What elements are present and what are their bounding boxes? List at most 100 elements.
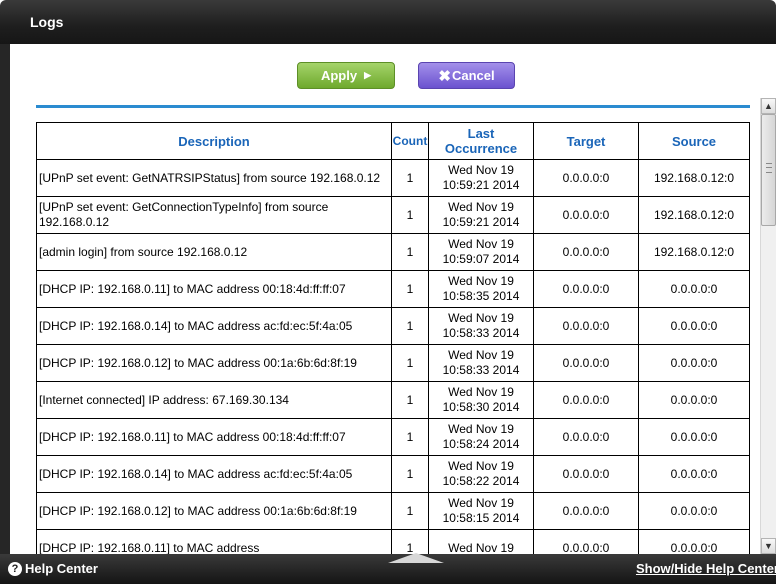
cell-date: Wed Nov 19 bbox=[448, 496, 514, 510]
play-arrow-icon: ▶ bbox=[364, 70, 372, 80]
help-center-link[interactable]: ? Help Center bbox=[8, 561, 98, 576]
column-header-count: Count bbox=[391, 122, 429, 160]
cell-target: 0.0.0.0:0 bbox=[533, 233, 639, 271]
cell-source: 192.168.0.12:0 bbox=[638, 196, 750, 234]
cell-target: 0.0.0.0:0 bbox=[533, 270, 639, 308]
cell-last-occurrence: Wed Nov 19 10:58:35 2014 bbox=[428, 270, 534, 308]
cell-time: 10:58:15 2014 bbox=[442, 511, 520, 525]
cell-description: [DHCP IP: 192.168.0.11] to MAC address bbox=[36, 529, 392, 554]
cell-last-occurrence: Wed Nov 19 10:58:33 2014 bbox=[428, 344, 534, 382]
vertical-scrollbar[interactable]: ▲ ▼ bbox=[760, 98, 776, 554]
cell-source: 192.168.0.12:0 bbox=[638, 233, 750, 271]
table-row: [DHCP IP: 192.168.0.11] to MAC address 1 W… bbox=[36, 529, 750, 555]
cell-count: 1 bbox=[391, 196, 429, 234]
cell-description: [UPnP set event: GetConnectionTypeInfo] … bbox=[36, 196, 392, 234]
cell-target: 0.0.0.0:0 bbox=[533, 196, 639, 234]
cell-description: [DHCP IP: 192.168.0.11] to MAC address 0… bbox=[36, 270, 392, 308]
cell-count: 1 bbox=[391, 307, 429, 345]
table-row: [DHCP IP: 192.168.0.12] to MAC address 0… bbox=[36, 344, 750, 382]
cell-description: [DHCP IP: 192.168.0.12] to MAC address 0… bbox=[36, 344, 392, 382]
cell-last-occurrence: Wed Nov 19 10:58:22 2014 bbox=[428, 455, 534, 493]
cancel-label: Cancel bbox=[451, 68, 495, 83]
cell-time: 10:59:07 2014 bbox=[442, 252, 520, 266]
logs-window: Logs Apply ▶ ✖ Cancel Description Count … bbox=[0, 0, 776, 584]
cell-count: 1 bbox=[391, 381, 429, 419]
cell-description: [DHCP IP: 192.168.0.12] to MAC address 0… bbox=[36, 492, 392, 530]
scrollbar-thumb[interactable] bbox=[761, 114, 776, 226]
cell-last-occurrence: Wed Nov 19 10:58:33 2014 bbox=[428, 307, 534, 345]
cell-date: Wed Nov 19 bbox=[448, 348, 514, 362]
cell-last-occurrence: Wed Nov 19 10:59:21 2014 bbox=[428, 159, 534, 197]
cell-source: 0.0.0.0:0 bbox=[638, 307, 750, 345]
cell-count: 1 bbox=[391, 159, 429, 197]
left-edge bbox=[0, 44, 10, 554]
header-last-line2: Occurrence bbox=[444, 141, 518, 156]
table-row: [Internet connected] IP address: 67.169.… bbox=[36, 381, 750, 419]
header-last-line1: Last bbox=[467, 126, 495, 141]
cell-time: 10:59:21 2014 bbox=[442, 178, 520, 192]
cell-date: Wed Nov 19 bbox=[448, 311, 514, 325]
table-row: [DHCP IP: 192.168.0.12] to MAC address 0… bbox=[36, 492, 750, 530]
cell-count: 1 bbox=[391, 344, 429, 382]
cell-source: 0.0.0.0:0 bbox=[638, 381, 750, 419]
table-row: [DHCP IP: 192.168.0.14] to MAC address a… bbox=[36, 307, 750, 345]
cell-description: [DHCP IP: 192.168.0.14] to MAC address a… bbox=[36, 455, 392, 493]
cell-date: Wed Nov 19 bbox=[448, 274, 514, 288]
cell-date: Wed Nov 19 bbox=[448, 200, 514, 214]
cell-source: 0.0.0.0:0 bbox=[638, 418, 750, 456]
cell-count: 1 bbox=[391, 418, 429, 456]
column-header-target: Target bbox=[533, 122, 639, 160]
cell-target: 0.0.0.0:0 bbox=[533, 418, 639, 456]
apply-label: Apply bbox=[320, 68, 358, 83]
expand-notch-icon[interactable] bbox=[388, 553, 444, 563]
show-hide-help-center-link[interactable]: Show/Hide Help Center bbox=[636, 561, 776, 576]
column-header-description: Description bbox=[36, 122, 392, 160]
content-area: Apply ▶ ✖ Cancel Description Count Last O… bbox=[10, 44, 776, 554]
logs-table: Description Count Last Occurrence Target … bbox=[36, 122, 750, 554]
cell-count: 1 bbox=[391, 529, 429, 554]
cell-time: 10:58:33 2014 bbox=[442, 363, 520, 377]
cell-last-occurrence: Wed Nov 19 10:58:30 2014 bbox=[428, 381, 534, 419]
divider-line bbox=[36, 105, 750, 108]
cell-target: 0.0.0.0:0 bbox=[533, 381, 639, 419]
cell-date: Wed Nov 19 bbox=[448, 540, 514, 555]
cancel-button[interactable]: ✖ Cancel bbox=[418, 62, 515, 89]
table-row: [admin login] from source 192.168.0.12 1 W… bbox=[36, 233, 750, 271]
column-header-source: Source bbox=[638, 122, 750, 160]
cell-last-occurrence: Wed Nov 19 10:59:21 2014 bbox=[428, 196, 534, 234]
table-header-row: Description Count Last Occurrence Target … bbox=[36, 122, 750, 160]
cell-time: 10:58:22 2014 bbox=[442, 474, 520, 488]
cell-time: 10:58:35 2014 bbox=[442, 289, 520, 303]
cell-description: [UPnP set event: GetNATRSIPStatus] from … bbox=[36, 159, 392, 197]
cell-date: Wed Nov 19 bbox=[448, 237, 514, 251]
apply-button[interactable]: Apply ▶ bbox=[297, 62, 395, 89]
cell-target: 0.0.0.0:0 bbox=[533, 529, 639, 554]
table-row: [UPnP set event: GetNATRSIPStatus] from … bbox=[36, 159, 750, 197]
cell-last-occurrence: Wed Nov 19 10:59:07 2014 bbox=[428, 233, 534, 271]
cell-time: 10:58:24 2014 bbox=[442, 437, 520, 451]
cell-time: 10:59:21 2014 bbox=[442, 215, 520, 229]
column-header-last-occurrence: Last Occurrence bbox=[428, 122, 534, 160]
scroll-up-arrow-icon[interactable]: ▲ bbox=[761, 98, 776, 114]
table-row: [DHCP IP: 192.168.0.14] to MAC address a… bbox=[36, 455, 750, 493]
question-circle-icon: ? bbox=[8, 561, 22, 576]
footer-bar: ? Help Center Show/Hide Help Center bbox=[0, 553, 776, 584]
cell-description: [DHCP IP: 192.168.0.11] to MAC address 0… bbox=[36, 418, 392, 456]
cell-time: 10:58:30 2014 bbox=[442, 400, 520, 414]
cell-date: Wed Nov 19 bbox=[448, 385, 514, 399]
cell-target: 0.0.0.0:0 bbox=[533, 307, 639, 345]
table-row: [DHCP IP: 192.168.0.11] to MAC address 0… bbox=[36, 270, 750, 308]
cell-count: 1 bbox=[391, 492, 429, 530]
cell-source: 0.0.0.0:0 bbox=[638, 455, 750, 493]
cell-count: 1 bbox=[391, 233, 429, 271]
cell-count: 1 bbox=[391, 270, 429, 308]
cell-target: 0.0.0.0:0 bbox=[533, 159, 639, 197]
cell-target: 0.0.0.0:0 bbox=[533, 455, 639, 493]
cell-source: 0.0.0.0:0 bbox=[638, 344, 750, 382]
cell-source: 0.0.0.0:0 bbox=[638, 270, 750, 308]
cell-last-occurrence: Wed Nov 19 10:58:15 2014 bbox=[428, 492, 534, 530]
cell-source: 192.168.0.12:0 bbox=[638, 159, 750, 197]
scroll-down-arrow-icon[interactable]: ▼ bbox=[761, 538, 776, 554]
table-row: [DHCP IP: 192.168.0.11] to MAC address 0… bbox=[36, 418, 750, 456]
cell-description: [admin login] from source 192.168.0.12 bbox=[36, 233, 392, 271]
